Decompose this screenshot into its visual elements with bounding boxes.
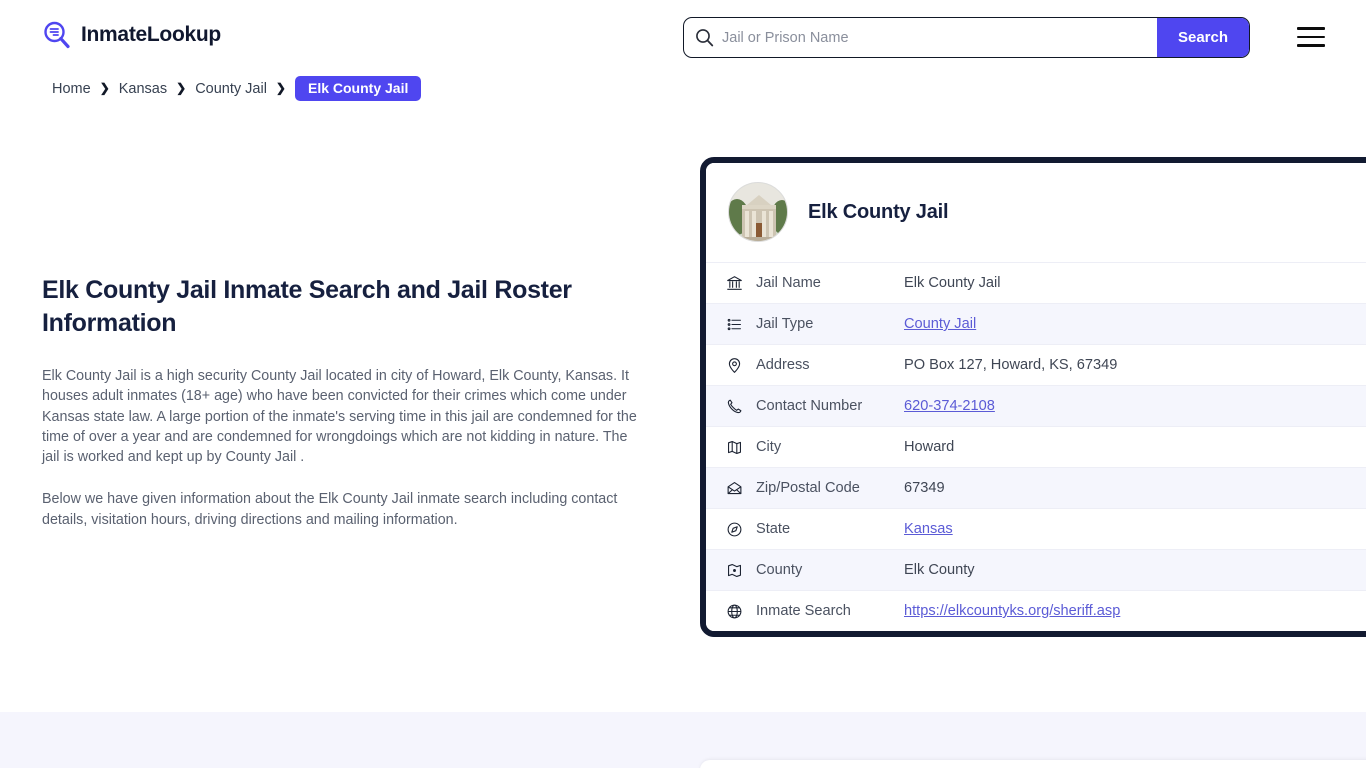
row-value: Kansas — [904, 521, 953, 537]
table-row: City Howard — [706, 426, 1366, 467]
row-value: 620-374-2108 — [904, 398, 995, 414]
site-header: InmateLookup Search — [0, 0, 1366, 74]
map-icon — [726, 439, 756, 456]
hamburger-bar — [1297, 27, 1325, 30]
map-pin-icon — [726, 357, 756, 374]
row-label: Address — [756, 357, 810, 373]
page-root: InmateLookup Search Home ❯ Kansas ❯ Coun… — [0, 0, 1366, 768]
breadcrumb-item-county-jail[interactable]: County Jail — [195, 81, 267, 97]
table-row: County Elk County — [706, 549, 1366, 590]
table-row: Inmate Search https://elkcountyks.org/sh… — [706, 590, 1366, 631]
courthouse-photo — [728, 182, 788, 242]
row-label: City — [756, 439, 782, 455]
search-input[interactable] — [718, 18, 1157, 57]
row-label: State — [756, 521, 791, 537]
breadcrumb-item-current: Elk County Jail — [294, 76, 422, 101]
row-value: Elk County Jail — [904, 275, 1001, 291]
row-label: Jail Type — [756, 316, 814, 332]
row-value: https://elkcountyks.org/sheriff.asp — [904, 603, 1120, 619]
state-link[interactable]: Kansas — [904, 521, 953, 537]
compass-icon — [726, 521, 756, 538]
row-value: Elk County — [904, 562, 975, 578]
chevron-right-icon: ❯ — [176, 80, 187, 95]
phone-icon — [726, 398, 756, 415]
envelope-icon — [726, 480, 756, 497]
search-button[interactable]: Search — [1157, 18, 1249, 57]
breadcrumb-item-kansas[interactable]: Kansas — [119, 81, 167, 97]
row-label: Inmate Search — [756, 603, 851, 619]
jail-card-title: Elk County Jail — [808, 200, 949, 223]
intro-paragraph-1: Elk County Jail is a high security Count… — [42, 368, 637, 466]
article-column: Elk County Jail Inmate Search and Jail R… — [42, 274, 642, 552]
row-value: County Jail — [904, 316, 976, 332]
inmate-search-link[interactable]: https://elkcountyks.org/sheriff.asp — [904, 603, 1120, 619]
jail-info-card-header: Elk County Jail — [706, 163, 1366, 262]
table-row: Address PO Box 127, Howard, KS, 67349 — [706, 344, 1366, 385]
table-row: Contact Number 620-374-2108 — [706, 385, 1366, 426]
hamburger-menu-icon[interactable] — [1297, 24, 1327, 50]
intro-paragraph-2: Below we have given information about th… — [42, 491, 618, 528]
list-icon — [726, 316, 756, 333]
brand-name: InmateLookup — [81, 23, 221, 46]
hamburger-bar — [1297, 44, 1325, 47]
map-marked-icon — [726, 562, 756, 579]
search-bar[interactable]: Search — [683, 17, 1250, 58]
jail-info-card: Elk County Jail Jail Name Elk County Jai… — [700, 157, 1366, 637]
row-value: Howard — [904, 439, 955, 455]
table-row: Jail Type County Jail — [706, 303, 1366, 344]
search-icon — [684, 28, 718, 47]
breadcrumb: Home ❯ Kansas ❯ County Jail ❯ Elk County… — [52, 76, 422, 101]
row-value: PO Box 127, Howard, KS, 67349 — [904, 357, 1118, 373]
globe-icon — [726, 603, 756, 620]
row-value: 67349 — [904, 480, 945, 496]
bottom-section-card — [700, 760, 1366, 768]
bank-icon — [726, 275, 756, 292]
chevron-right-icon: ❯ — [275, 80, 286, 95]
table-row: Jail Name Elk County Jail — [706, 262, 1366, 303]
page-title: Elk County Jail Inmate Search and Jail R… — [42, 276, 572, 337]
breadcrumb-item-home[interactable]: Home — [52, 81, 91, 97]
magnifier-list-icon — [42, 20, 72, 50]
contact-number-link[interactable]: 620-374-2108 — [904, 398, 995, 414]
hamburger-bar — [1297, 35, 1325, 39]
jail-type-link[interactable]: County Jail — [904, 316, 976, 332]
chevron-right-icon: ❯ — [99, 80, 110, 95]
row-label: County — [756, 562, 803, 578]
table-row: Zip/Postal Code 67349 — [706, 467, 1366, 508]
row-label: Zip/Postal Code — [756, 480, 860, 496]
row-label: Contact Number — [756, 398, 863, 414]
brand-logo[interactable]: InmateLookup — [42, 20, 221, 50]
row-label: Jail Name — [756, 275, 821, 291]
table-row: State Kansas — [706, 508, 1366, 549]
